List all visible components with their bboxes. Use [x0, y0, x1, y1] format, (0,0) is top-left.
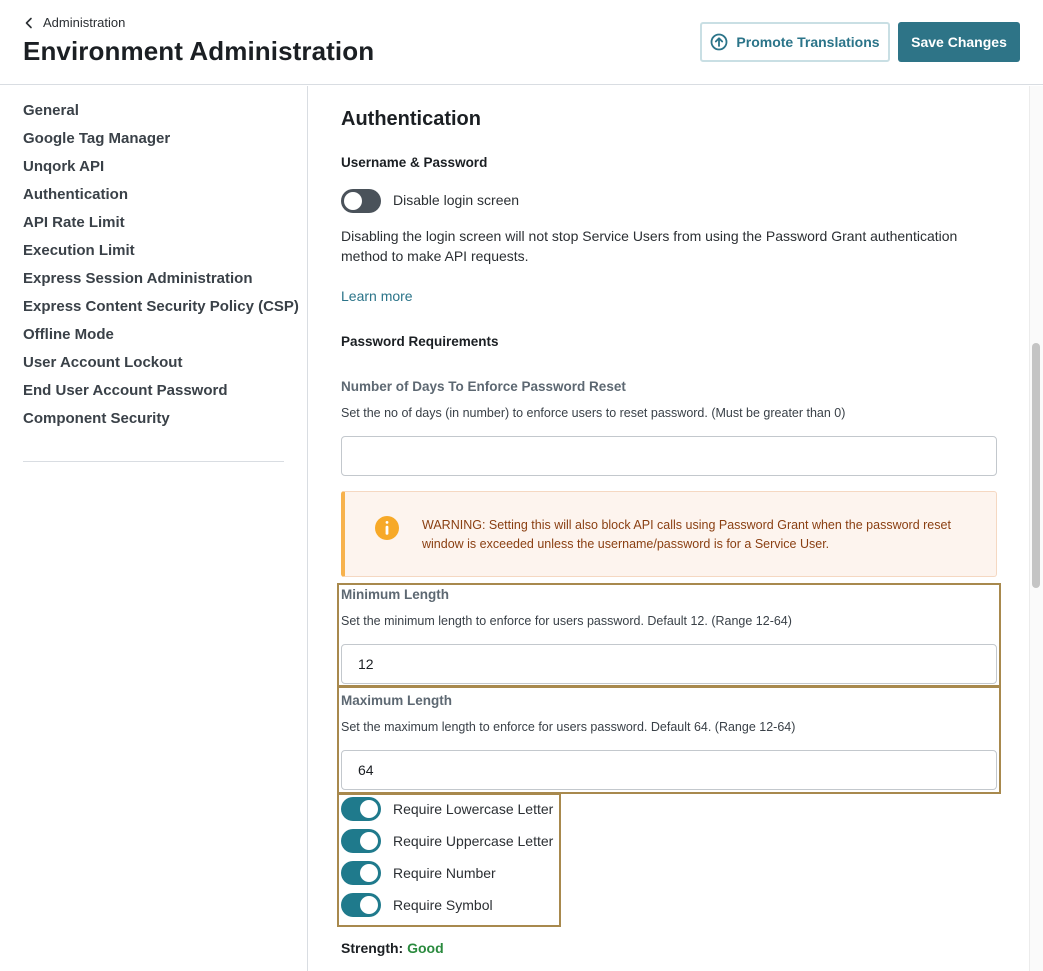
require-uppercase-label: Require Uppercase Letter	[393, 833, 554, 849]
promote-translations-label: Promote Translations	[736, 34, 880, 50]
scrollbar-thumb[interactable]	[1032, 343, 1040, 588]
strength-value: Good	[407, 940, 444, 956]
require-lowercase-toggle[interactable]	[341, 797, 381, 821]
breadcrumb-label[interactable]: Administration	[43, 15, 125, 30]
max-length-label: Maximum Length	[341, 693, 453, 708]
strength-label: Strength:	[341, 940, 404, 956]
breadcrumb[interactable]: Administration	[23, 15, 125, 30]
promote-translations-button[interactable]: Promote Translations	[700, 22, 890, 62]
disable-login-toggle[interactable]	[341, 189, 381, 213]
section-title: Authentication	[341, 108, 481, 130]
warning-callout: WARNING: Setting this will also block AP…	[341, 491, 997, 577]
sidebar-item-end-user-account-password[interactable]: End User Account Password	[23, 382, 228, 399]
sidebar-item-express-session-administration[interactable]: Express Session Administration	[23, 270, 253, 287]
username-password-heading: Username & Password	[341, 155, 488, 170]
require-symbol-label: Require Symbol	[393, 897, 493, 913]
max-length-input[interactable]	[341, 750, 997, 790]
min-length-label: Minimum Length	[341, 587, 449, 602]
password-strength: Strength: Good	[341, 940, 444, 956]
toggle-knob	[360, 832, 378, 850]
toggle-knob	[360, 896, 378, 914]
min-length-description: Set the minimum length to enforce for us…	[341, 614, 792, 628]
toggle-knob	[344, 192, 362, 210]
sidebar-nav: General Google Tag Manager Unqork API Au…	[0, 86, 308, 971]
password-requirements-heading: Password Requirements	[341, 334, 499, 349]
require-number-label: Require Number	[393, 865, 496, 881]
toggle-knob	[360, 864, 378, 882]
page-title: Environment Administration	[23, 36, 375, 66]
disable-login-note: Disabling the login screen will not stop…	[341, 228, 958, 264]
sidebar-item-offline-mode[interactable]: Offline Mode	[23, 326, 114, 343]
sidebar-divider	[23, 461, 284, 462]
max-length-description: Set the maximum length to enforce for us…	[341, 720, 796, 734]
require-lowercase-label: Require Lowercase Letter	[393, 801, 554, 817]
upload-circle-icon	[711, 33, 728, 51]
info-warning-icon	[375, 516, 399, 540]
require-uppercase-toggle[interactable]	[341, 829, 381, 853]
sidebar-item-api-rate-limit[interactable]: API Rate Limit	[23, 214, 125, 231]
sidebar-item-user-account-lockout[interactable]: User Account Lockout	[23, 354, 182, 371]
sidebar-item-component-security[interactable]: Component Security	[23, 410, 170, 427]
save-changes-button[interactable]: Save Changes	[898, 22, 1020, 62]
require-symbol-toggle[interactable]	[341, 893, 381, 917]
page-header: Administration Environment Administratio…	[0, 0, 1043, 85]
reset-days-input[interactable]	[341, 436, 997, 476]
reset-days-label: Number of Days To Enforce Password Reset	[341, 379, 626, 394]
warning-text: WARNING: Setting this will also block AP…	[422, 518, 951, 551]
learn-more-link[interactable]: Learn more	[341, 288, 413, 304]
sidebar-item-execution-limit[interactable]: Execution Limit	[23, 242, 135, 259]
sidebar-item-unqork-api[interactable]: Unqork API	[23, 158, 104, 175]
disable-login-label: Disable login screen	[393, 192, 520, 208]
sidebar-item-general[interactable]: General	[23, 102, 79, 119]
reset-days-description: Set the no of days (in number) to enforc…	[341, 406, 846, 420]
sidebar-item-authentication[interactable]: Authentication	[23, 186, 128, 203]
sidebar-item-express-csp[interactable]: Express Content Security Policy (CSP)	[23, 298, 299, 315]
main-content: Authentication Username & Password Disab…	[309, 86, 1029, 971]
sidebar-item-google-tag-manager[interactable]: Google Tag Manager	[23, 130, 170, 147]
min-length-input[interactable]	[341, 644, 997, 684]
chevron-left-icon	[25, 17, 32, 28]
require-number-toggle[interactable]	[341, 861, 381, 885]
toggle-knob	[360, 800, 378, 818]
